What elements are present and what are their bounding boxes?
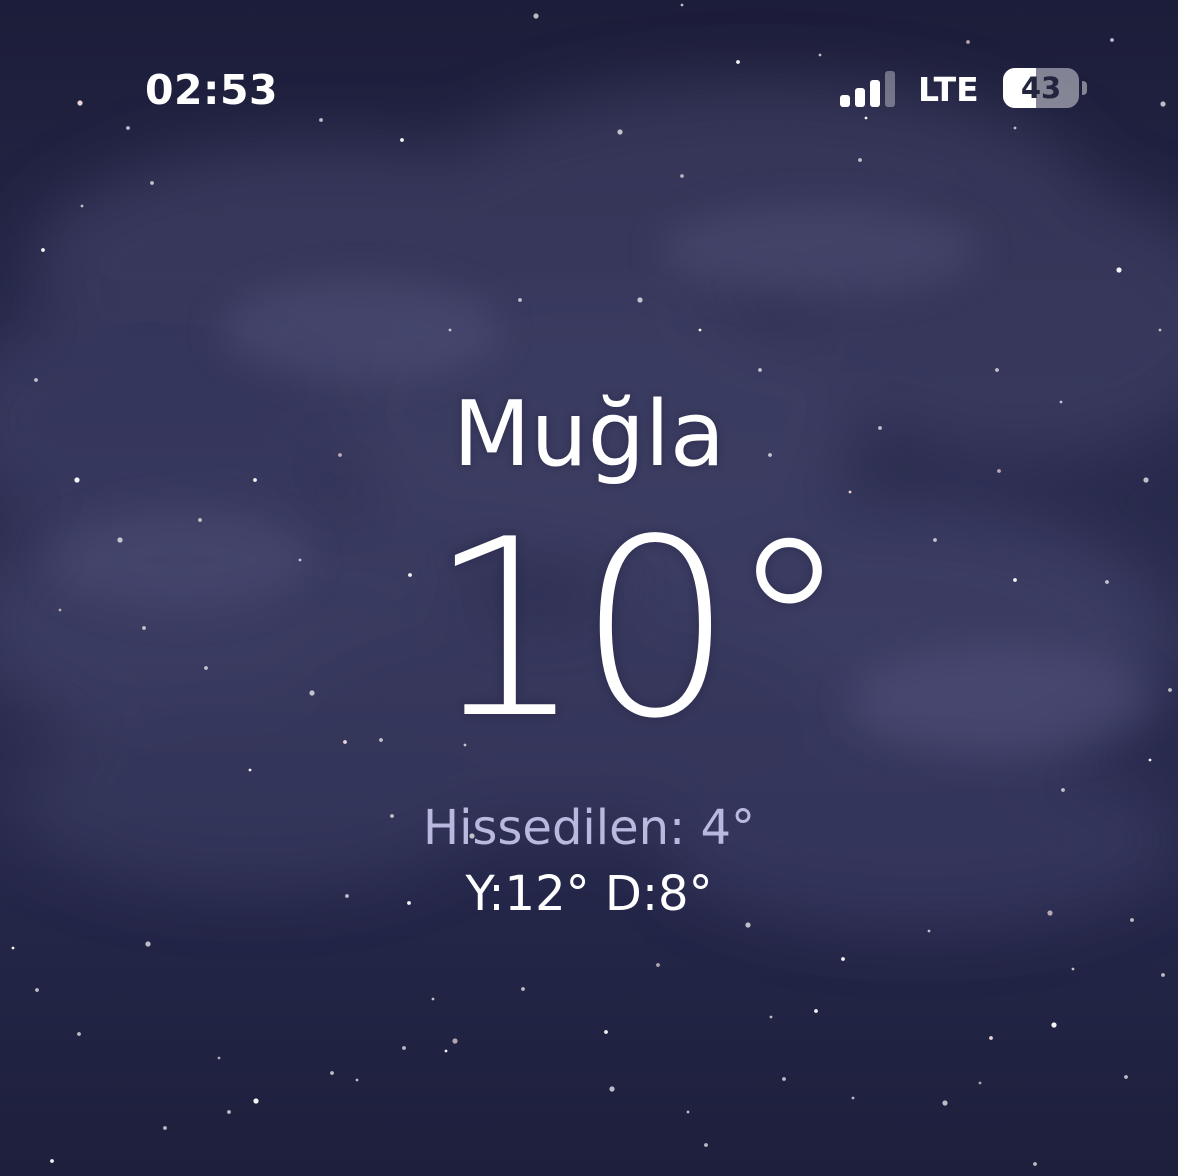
- temperature-value: 10°: [428, 487, 850, 772]
- star: [609, 1086, 615, 1092]
- star: [80, 204, 84, 208]
- star: [942, 1100, 948, 1106]
- star: [769, 1015, 773, 1019]
- star: [1124, 1075, 1128, 1079]
- star: [518, 298, 522, 302]
- network-type: LTE: [918, 70, 979, 109]
- star: [253, 1098, 259, 1104]
- star: [989, 1036, 993, 1040]
- star: [841, 957, 845, 961]
- star: [758, 368, 762, 372]
- star: [41, 248, 45, 252]
- star: [680, 174, 684, 178]
- star: [355, 1078, 359, 1082]
- star: [248, 768, 252, 772]
- star: [1161, 973, 1165, 977]
- star: [1061, 788, 1065, 792]
- star: [452, 1038, 458, 1044]
- signal-bar-4: [885, 71, 895, 107]
- battery-percent: 43: [1020, 71, 1062, 105]
- star: [604, 1030, 608, 1034]
- star: [927, 929, 931, 933]
- star: [11, 946, 15, 950]
- star: [150, 181, 154, 185]
- star: [704, 1143, 708, 1147]
- current-temperature: 10°: [0, 500, 1178, 760]
- star: [227, 1110, 231, 1114]
- star: [444, 1049, 448, 1053]
- star: [50, 1159, 54, 1163]
- battery-icon: 43: [1003, 68, 1079, 108]
- battery-body: 43: [1003, 68, 1079, 108]
- star: [848, 490, 852, 494]
- battery-tip: [1082, 81, 1087, 95]
- star: [1158, 328, 1162, 332]
- star: [521, 987, 525, 991]
- status-time: 02:53: [145, 66, 279, 114]
- star: [35, 988, 39, 992]
- signal-bar-3: [870, 80, 880, 107]
- star: [217, 1056, 221, 1060]
- signal-bar-2: [855, 88, 865, 107]
- star: [330, 1071, 334, 1075]
- star: [163, 1126, 167, 1130]
- star: [402, 1046, 406, 1050]
- star: [656, 963, 660, 967]
- feels-like: Hissedilen: 4°: [422, 800, 756, 856]
- status-bar: 02:53 LTE 43: [0, 0, 1178, 140]
- star: [1116, 267, 1122, 273]
- star: [1033, 1162, 1037, 1166]
- star: [431, 997, 435, 1001]
- signal-bar-1: [840, 95, 850, 107]
- star: [448, 328, 452, 332]
- star: [851, 1096, 855, 1100]
- star: [77, 1032, 81, 1036]
- star: [814, 1009, 818, 1013]
- star: [978, 1081, 982, 1085]
- cellular-signal-icon: [840, 71, 900, 107]
- star: [782, 1077, 786, 1081]
- star: [686, 1110, 690, 1114]
- star: [858, 158, 862, 162]
- high-low-temperature: Y:12° D:8°: [465, 866, 713, 922]
- star: [1051, 1022, 1057, 1028]
- star: [1071, 967, 1075, 971]
- city-name: Muğla: [453, 382, 725, 487]
- star: [698, 328, 702, 332]
- star: [995, 368, 999, 372]
- star: [145, 941, 151, 947]
- star: [637, 297, 643, 303]
